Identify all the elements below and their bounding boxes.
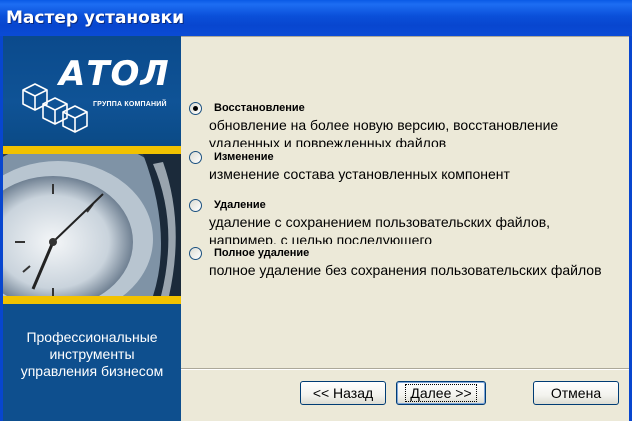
option-title: Изменение (214, 151, 274, 163)
caption-line: Профессиональные (26, 329, 158, 345)
radio-modify[interactable] (189, 151, 202, 164)
watch-illustration (3, 154, 181, 296)
divider (181, 36, 629, 37)
cancel-button[interactable]: Отмена (533, 381, 619, 405)
logo-area: АТОЛ ГРУППА КОМПАНИЙ (3, 36, 181, 146)
option-description: обновление на более новую версию, восста… (209, 117, 559, 147)
next-button-label: Далее >> (405, 384, 477, 402)
option-title: Полное удаление (214, 247, 310, 259)
wizard-banner: АТОЛ ГРУППА КОМПАНИЙ Профессиональные ин… (3, 36, 181, 421)
caption-line: инструменты (49, 346, 135, 362)
yellow-stripe-bottom (3, 296, 181, 304)
option-title: Удаление (214, 199, 266, 211)
back-button[interactable]: << Назад (300, 381, 386, 405)
radio-full-remove[interactable] (189, 247, 202, 260)
option-description: удаление с сохранением пользовательских … (209, 214, 551, 244)
wizard-content: Восстановление обновление на более новую… (181, 36, 629, 421)
caption-line: управления бизнесом (20, 363, 164, 379)
divider (181, 369, 629, 370)
option-title: Восстановление (214, 102, 305, 114)
atol-logo: АТОЛ (59, 54, 170, 94)
radio-remove[interactable] (189, 199, 202, 212)
option-description: изменение состава установленных компонен… (209, 166, 510, 182)
sidebar-caption: Профессиональные инструменты управления … (3, 329, 181, 380)
radio-restore[interactable] (189, 102, 202, 115)
logo-subtitle: ГРУППА КОМПАНИЙ (93, 101, 167, 108)
yellow-stripe-top (3, 146, 181, 154)
option-description: полное удаление без сохранения пользоват… (209, 262, 602, 278)
next-button[interactable]: Далее >> (396, 381, 486, 405)
watch-photo (3, 154, 181, 296)
title-bar[interactable]: Мастер установки (0, 0, 632, 36)
window-title: Мастер установки (6, 8, 185, 28)
